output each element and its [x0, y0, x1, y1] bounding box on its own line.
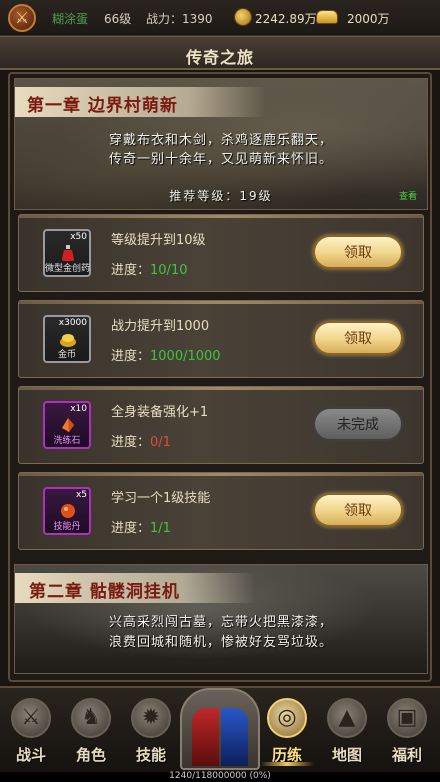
nav-battle[interactable]: ⚔ 战斗 — [2, 692, 60, 772]
flame-icon: ✹ — [131, 698, 171, 738]
reward-quantity: x5 — [75, 490, 87, 500]
journey-panel: 第一章 边界村萌新 穿戴布衣和木剑，杀鸡逐鹿乐翻天， 传奇一别十余年，又见萌新来… — [8, 72, 432, 682]
progress-value: 1/1 — [150, 521, 171, 536]
chapter-1-banner: 第一章 边界村萌新 穿戴布衣和木剑，杀鸡逐鹿乐翻天， 传奇一别十余年，又见萌新来… — [14, 78, 428, 210]
task-name: 等级提升到10级 — [111, 233, 206, 248]
progress-value: 1000/1000 — [150, 349, 221, 364]
reward-quantity: x10 — [70, 404, 87, 414]
spiral-icon: ◎ — [267, 698, 307, 738]
reward-item-name: 微型金创药 — [45, 264, 91, 274]
chapter-2-banner[interactable]: 第二章 骷髅洞挂机 兴高采烈闯古墓，忘带火把黑漆漆， 浪费回城和随机，惨被好友骂… — [14, 564, 428, 674]
progress-value: 10/10 — [150, 263, 188, 278]
reward-quantity: x50 — [70, 232, 87, 242]
task-name: 全身装备强化+1 — [111, 405, 209, 420]
reward-item-name: 洗练石 — [53, 436, 81, 446]
mountain-icon: ▲ — [327, 698, 367, 738]
gold-ingot-icon — [316, 10, 338, 24]
nav-character[interactable]: ♞ 角色 — [62, 692, 120, 772]
chapter-1-title: 第一章 边界村萌新 — [27, 96, 178, 116]
claim-button[interactable]: 领取 — [313, 493, 403, 527]
claim-button[interactable]: 领取 — [313, 235, 403, 269]
reward-item-name: 技能丹 — [53, 522, 81, 532]
reward-item-slot[interactable]: x50 微型金创药 — [43, 229, 91, 277]
chapter-2-desc-line: 兴高采烈闯古墓，忘带火把黑漆漆， — [108, 615, 333, 630]
portal-gate-button[interactable] — [180, 688, 260, 770]
chapter-2-description: 兴高采烈闯古墓，忘带火把黑漆漆， 浪费回城和随机，惨被好友骂垃圾。 — [15, 613, 427, 653]
gold-coin-amount: 2242.89万 — [255, 12, 317, 26]
progress-label: 进度： — [111, 521, 151, 536]
nav-map[interactable]: ▲ 地图 — [318, 692, 376, 772]
nav-label: 技能 — [135, 746, 166, 764]
progress-value: 0/1 — [150, 435, 171, 450]
nav-label: 角色 — [75, 746, 106, 764]
game-logo-icon[interactable]: ⚔ — [8, 4, 36, 32]
bottom-nav: ⚔ 战斗 ♞ 角色 ✹ 技能 ◎ 历练 ▲ 地图 ▣ 福利 — [0, 686, 440, 772]
view-tag[interactable]: 查看 — [399, 189, 417, 202]
task-row: x50 微型金创药 等级提升到10级 进度：10/10 领取 — [18, 214, 424, 292]
reward-quantity: x3000 — [58, 318, 87, 328]
nav-label: 地图 — [331, 746, 362, 764]
task-progress: 进度：1/1 — [111, 517, 171, 536]
task-row: x10 洗练石 全身装备强化+1 进度：0/1 未完成 — [18, 386, 424, 464]
nav-label: 历练 — [271, 746, 302, 764]
experience-bar: 1240/118000000 (0%) — [0, 771, 440, 782]
nav-training[interactable]: ◎ 历练 — [258, 692, 316, 772]
refine-stone-icon — [62, 418, 74, 432]
progress-label: 进度： — [111, 435, 151, 450]
chapter-1-desc-line: 传奇一别十余年，又见萌新来怀旧。 — [108, 152, 333, 167]
task-progress: 进度：0/1 — [111, 431, 171, 450]
chapter-1-description: 穿戴布衣和木剑，杀鸡逐鹿乐翻天， 传奇一别十余年，又见萌新来怀旧。 — [15, 131, 427, 169]
gold-coin-pile-icon — [60, 334, 76, 347]
nav-label: 战斗 — [15, 746, 46, 764]
page-title: 传奇之旅 — [185, 48, 254, 67]
task-name: 战力提升到1000 — [111, 319, 210, 334]
reward-item-slot[interactable]: x3000 金币 — [43, 315, 91, 363]
task-progress: 进度：10/10 — [111, 259, 187, 278]
progress-label: 进度： — [111, 349, 151, 364]
crossed-swords-icon: ⚔ — [11, 698, 51, 738]
progress-label: 进度： — [111, 263, 151, 278]
player-name: 糊涂蛋 — [52, 12, 89, 26]
helmet-icon: ♞ — [71, 698, 111, 738]
nav-skills[interactable]: ✹ 技能 — [122, 692, 180, 772]
skill-pill-icon — [61, 504, 75, 518]
red-potion-icon — [62, 245, 74, 261]
chapter-1-desc-line: 穿戴布衣和木剑，杀鸡逐鹿乐翻天， — [108, 133, 333, 148]
chapter-2-title: 第二章 骷髅洞挂机 — [29, 582, 180, 602]
nav-label: 福利 — [391, 746, 422, 764]
reward-item-slot[interactable]: x10 洗练石 — [43, 401, 91, 449]
task-row: x5 技能丹 学习一个1级技能 进度：1/1 领取 — [18, 472, 424, 550]
combat-power: 战力：1390 — [146, 12, 213, 26]
task-progress: 进度：1000/1000 — [111, 345, 221, 364]
gold-coin-icon — [234, 8, 252, 26]
top-status-bar: ⚔ 糊涂蛋 66级 战力：1390 2242.89万 2000万 — [0, 0, 440, 36]
chest-icon: ▣ — [387, 698, 427, 738]
task-name: 学习一个1级技能 — [111, 491, 211, 506]
experience-text: 1240/118000000 (0%) — [169, 771, 271, 781]
nav-welfare[interactable]: ▣ 福利 — [378, 692, 436, 772]
red-door-icon — [192, 708, 219, 766]
page-header: 传奇之旅 — [0, 36, 440, 70]
gold-ingot-amount: 2000万 — [347, 12, 390, 26]
task-list[interactable]: x50 微型金创药 等级提升到10级 进度：10/10 领取 x3000 金币 … — [18, 212, 424, 558]
recommended-level: 推荐等级：19级 — [169, 189, 273, 203]
reward-item-slot[interactable]: x5 技能丹 — [43, 487, 91, 535]
player-level: 66级 — [104, 12, 132, 26]
reward-item-name: 金币 — [57, 350, 76, 360]
task-row: x3000 金币 战力提升到1000 进度：1000/1000 领取 — [18, 300, 424, 378]
incomplete-button[interactable]: 未完成 — [313, 407, 403, 441]
claim-button[interactable]: 领取 — [313, 321, 403, 355]
blue-door-icon — [221, 708, 248, 766]
chapter-2-desc-line: 浪费回城和随机，惨被好友骂垃圾。 — [108, 635, 333, 650]
